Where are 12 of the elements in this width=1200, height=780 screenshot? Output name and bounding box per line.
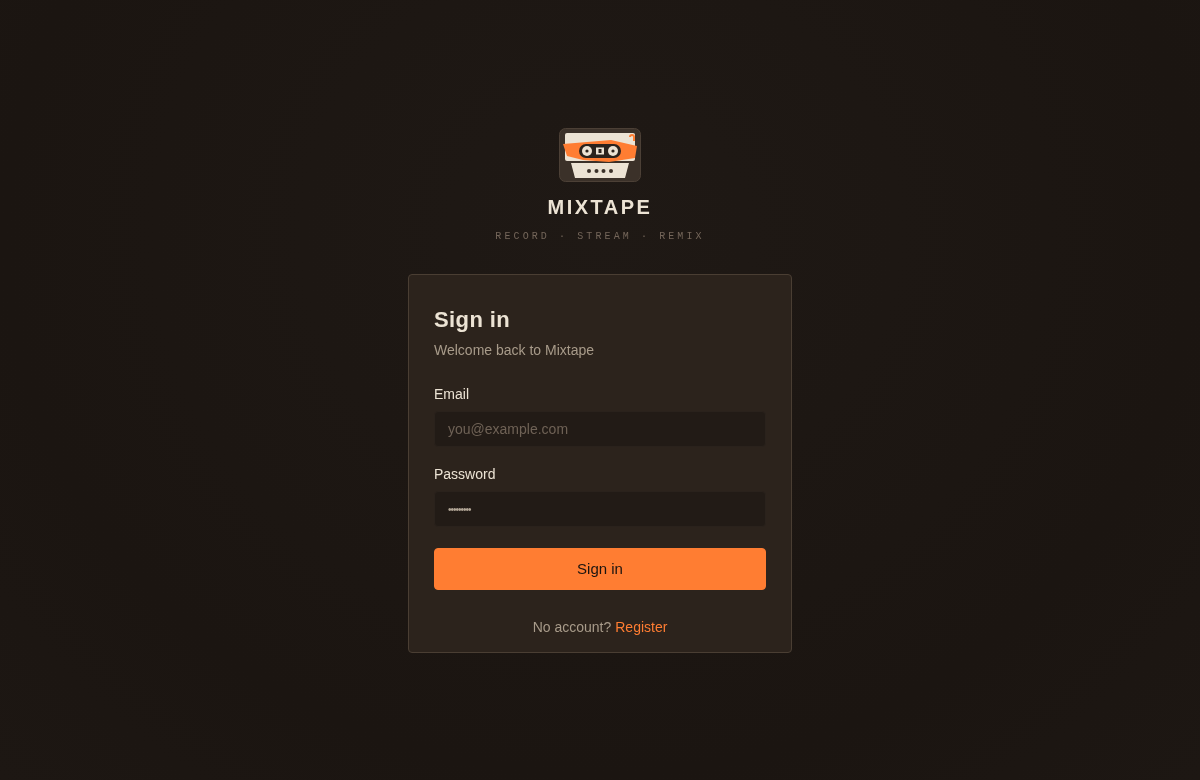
footer-text: No account? <box>532 620 612 634</box>
card-title: Sign in <box>434 309 512 331</box>
field-label: Password <box>434 467 497 481</box>
brand-name: MIXTAPE <box>547 197 653 217</box>
tagline: RECORD · STREAM · REMIX <box>495 232 705 242</box>
card-subtitle: Welcome back to Mixtape <box>434 343 596 357</box>
cassette-logo-icon <box>559 128 641 182</box>
sign-in-button[interactable]: Sign in <box>434 548 766 590</box>
register-link[interactable]: Register <box>615 620 668 634</box>
field-label: Email <box>434 387 470 401</box>
input-field[interactable]: you@example.com <box>434 411 766 447</box>
input-field[interactable]: ••••••••• <box>434 491 766 527</box>
